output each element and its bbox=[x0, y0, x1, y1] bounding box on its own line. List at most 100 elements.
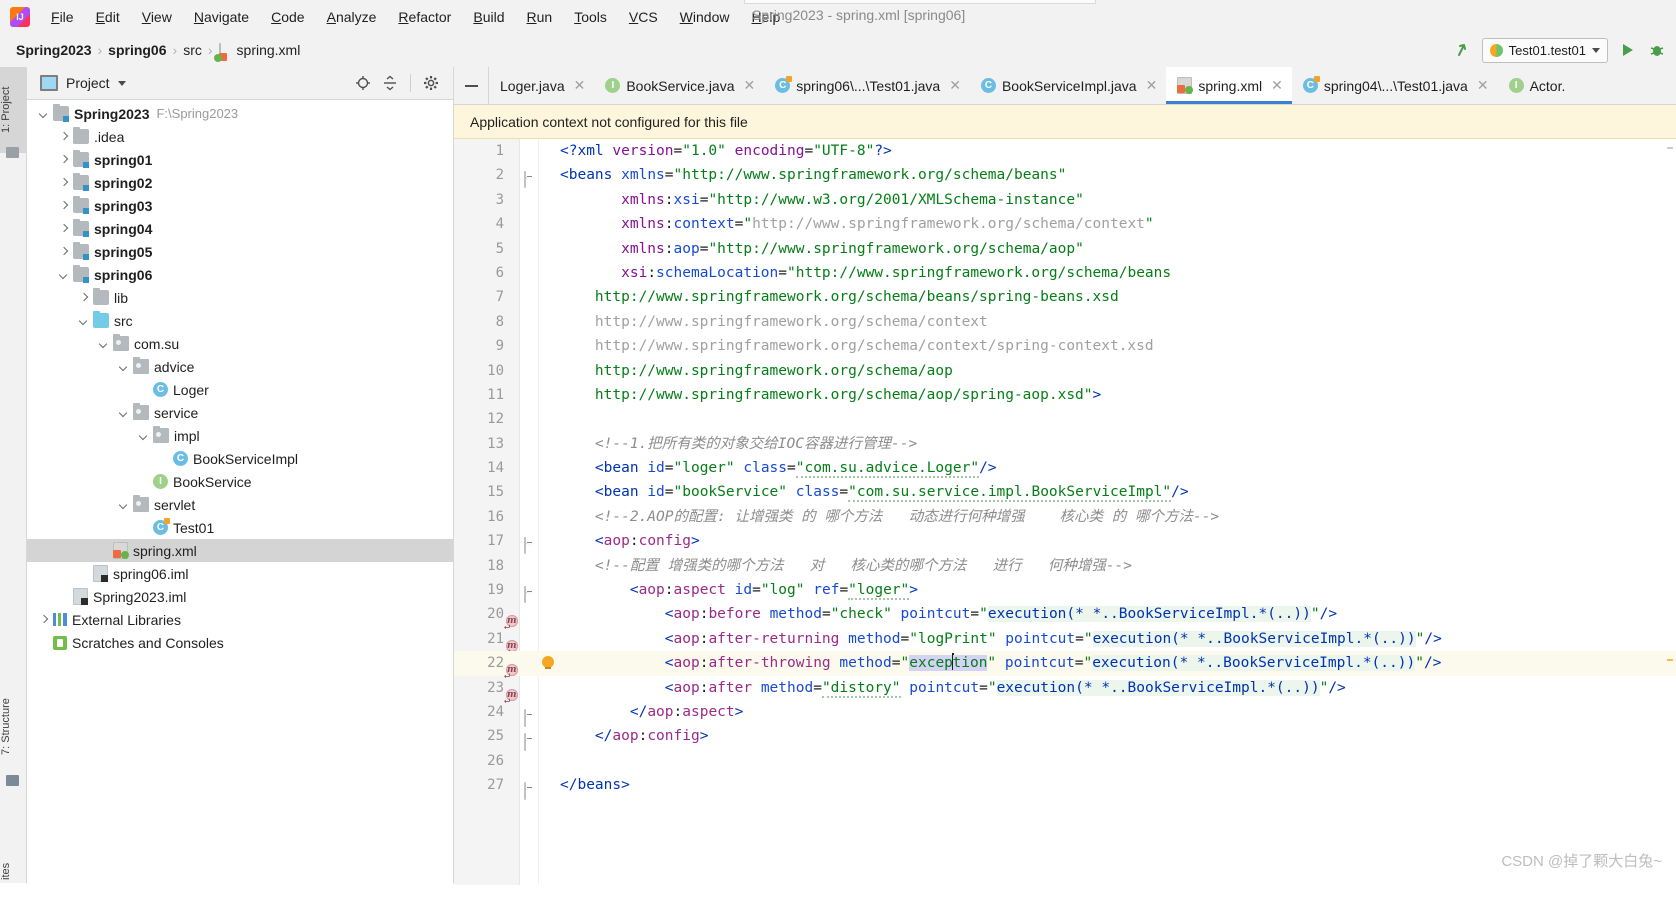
fold-region-start-icon[interactable] bbox=[524, 168, 535, 189]
code-line[interactable]: 7 http://www.springframework.org/schema/… bbox=[454, 285, 1676, 309]
menu-item-file[interactable]: File bbox=[40, 6, 85, 28]
code-line[interactable]: 16 <!--2.AOP的配置: 让增强类 的 哪个方法 动态进行何种增强 核心… bbox=[454, 505, 1676, 529]
editor-tab-loger-java[interactable]: Loger.java ✕ bbox=[489, 67, 594, 104]
code-line[interactable]: 20 m ↵ <aop:before method="check" pointcut… bbox=[454, 602, 1676, 632]
close-icon[interactable]: ✕ bbox=[574, 77, 586, 94]
chevron-right-icon[interactable] bbox=[77, 291, 90, 304]
tree-item-spring02[interactable]: spring02 bbox=[27, 171, 453, 194]
chevron-down-icon[interactable] bbox=[37, 107, 50, 120]
menu-item-window[interactable]: Window bbox=[669, 6, 741, 28]
tree-item-spring2023[interactable]: Spring2023 F:\Spring2023 bbox=[27, 102, 453, 125]
tree-item-spring04[interactable]: spring04 bbox=[27, 217, 453, 240]
menu-item-navigate[interactable]: Navigate bbox=[183, 6, 260, 28]
chevron-down-icon[interactable] bbox=[97, 337, 110, 350]
run-configuration-selector[interactable]: Test01.test01 bbox=[1481, 37, 1608, 63]
code-line[interactable]: 15 <bean id="bookService" class="com.su.… bbox=[454, 480, 1676, 504]
code-editor[interactable]: 1 <?xml version="1.0" encoding="UTF-8"?> 2… bbox=[454, 139, 1676, 885]
menu-item-code[interactable]: Code bbox=[260, 6, 315, 28]
code-line[interactable]: 3 xmlns:xsi="http://www.w3.org/2001/XMLS… bbox=[454, 188, 1676, 212]
tree-item-scratches-and-consoles[interactable]: Scratches and Consoles bbox=[27, 631, 453, 654]
menu-item-edit[interactable]: Edit bbox=[85, 6, 131, 28]
tree-item-servlet[interactable]: servlet bbox=[27, 493, 453, 516]
tree-item-bookservice[interactable]: I BookService bbox=[27, 470, 453, 493]
hide-tabs-button[interactable] bbox=[454, 67, 489, 104]
code-line[interactable]: 4 xmlns:context="http://www.springframew… bbox=[454, 212, 1676, 236]
close-icon[interactable]: ✕ bbox=[1271, 77, 1283, 94]
tree-item-spring03[interactable]: spring03 bbox=[27, 194, 453, 217]
chevron-right-icon[interactable] bbox=[57, 176, 70, 189]
code-line[interactable]: 23 m ↵ <aop:after method="distory" pointcu… bbox=[454, 676, 1676, 706]
tree-item-service[interactable]: service bbox=[27, 401, 453, 424]
locate-target-icon[interactable] bbox=[351, 71, 375, 95]
chevron-down-icon[interactable] bbox=[117, 360, 130, 373]
code-line[interactable]: 14 <bean id="loger" class="com.su.advice… bbox=[454, 456, 1676, 480]
tree-item--idea[interactable]: .idea bbox=[27, 125, 453, 148]
code-line[interactable]: 10 http://www.springframework.org/schema… bbox=[454, 359, 1676, 383]
code-line[interactable]: 19 <aop:aspect id="log" ref="loger"> bbox=[454, 578, 1676, 604]
menu-item-vcs[interactable]: VCS bbox=[618, 6, 669, 28]
chevron-down-icon[interactable] bbox=[117, 406, 130, 419]
chevron-down-icon[interactable] bbox=[57, 268, 70, 281]
chevron-down-icon[interactable] bbox=[117, 80, 126, 86]
code-line[interactable]: 17 <aop:config> bbox=[454, 529, 1676, 555]
tree-item-impl[interactable]: impl bbox=[27, 424, 453, 447]
fold-region-end-icon[interactable] bbox=[524, 779, 535, 801]
breadcrumb-item-spring2023[interactable]: Spring2023 bbox=[12, 40, 95, 60]
chevron-right-icon[interactable] bbox=[57, 222, 70, 235]
code-line[interactable]: 21m↵ <aop:after-returning method="logPri… bbox=[454, 627, 1676, 657]
editor-tab-bookservice-java[interactable]: I BookService.java ✕ bbox=[594, 67, 764, 104]
chevron-down-icon[interactable] bbox=[117, 498, 130, 511]
tree-item-spring05[interactable]: spring05 bbox=[27, 240, 453, 263]
editor-tab-spring04-----test01-java[interactable]: Cspring04\...\Test01.java ✕ bbox=[1292, 67, 1498, 104]
close-icon[interactable]: ✕ bbox=[1146, 77, 1158, 94]
menu-item-view[interactable]: View bbox=[131, 6, 183, 28]
intention-bulb-icon[interactable] bbox=[542, 656, 554, 670]
tree-item-spring-xml[interactable]: spring.xml bbox=[27, 539, 453, 562]
code-line[interactable]: 18 <!--配置 增强类的哪个方法 对 核心类的哪个方法 进行 何种增强--> bbox=[454, 554, 1676, 578]
tree-item-spring2023-iml[interactable]: Spring2023.iml bbox=[27, 585, 453, 608]
code-line[interactable]: 27 </beans> bbox=[454, 773, 1676, 801]
tree-item-spring01[interactable]: spring01 bbox=[27, 148, 453, 171]
chevron-right-icon[interactable] bbox=[57, 245, 70, 258]
stripe-button-favorites[interactable]: ites bbox=[0, 845, 26, 897]
code-line[interactable]: 25 </aop:config> bbox=[454, 724, 1676, 752]
code-line[interactable]: 1 <?xml version="1.0" encoding="UTF-8"?> bbox=[454, 139, 1676, 163]
chevron-right-icon[interactable] bbox=[57, 199, 70, 212]
menu-item-analyze[interactable]: Analyze bbox=[316, 6, 388, 28]
chevron-right-icon[interactable] bbox=[37, 613, 50, 626]
fold-region-start-icon[interactable] bbox=[524, 583, 535, 604]
close-icon[interactable]: ✕ bbox=[949, 77, 961, 94]
debug-icon[interactable] bbox=[1646, 39, 1668, 61]
code-line[interactable]: 8 http://www.springframework.org/schema/… bbox=[454, 310, 1676, 334]
stripe-button-project[interactable]: 1: Project bbox=[0, 67, 26, 153]
editor-tab-actor-[interactable]: I Actor. bbox=[1498, 67, 1575, 104]
chevron-down-icon[interactable] bbox=[137, 429, 150, 442]
run-icon[interactable] bbox=[1616, 39, 1638, 61]
code-line[interactable]: 24 </aop:aspect> bbox=[454, 700, 1676, 727]
fold-region-end-icon[interactable] bbox=[524, 730, 535, 752]
breadcrumb-item-spring-xml[interactable]: spring.xml bbox=[215, 40, 305, 61]
code-line[interactable]: 6 xsi:schemaLocation="http://www.springf… bbox=[454, 261, 1676, 285]
tree-item-bookserviceimpl[interactable]: C BookServiceImpl bbox=[27, 447, 453, 470]
back-arrow-icon[interactable] bbox=[1452, 39, 1474, 61]
code-line[interactable]: 22 m ↵ <aop:after-throwing method="excepti… bbox=[454, 651, 1676, 681]
collapse-all-icon[interactable] bbox=[378, 71, 402, 95]
tree-item-external-libraries[interactable]: External Libraries bbox=[27, 608, 453, 631]
breadcrumb-item-src[interactable]: src bbox=[179, 40, 206, 60]
tree-item-spring06-iml[interactable]: spring06.iml bbox=[27, 562, 453, 585]
editor-tab-spring06-----test01-java[interactable]: Cspring06\...\Test01.java ✕ bbox=[764, 67, 970, 104]
editor-tab-bookserviceimpl-java[interactable]: C BookServiceImpl.java ✕ bbox=[970, 67, 1166, 104]
code-line[interactable]: 11 http://www.springframework.org/schema… bbox=[454, 383, 1676, 407]
close-icon[interactable]: ✕ bbox=[744, 77, 756, 94]
tree-item-advice[interactable]: advice bbox=[27, 355, 453, 378]
tree-item-spring06[interactable]: spring06 bbox=[27, 263, 453, 286]
tree-item-com-su[interactable]: com.su bbox=[27, 332, 453, 355]
editor-tab-spring-xml[interactable]: spring.xml ✕ bbox=[1166, 67, 1292, 104]
code-line[interactable]: 9 http://www.springframework.org/schema/… bbox=[454, 334, 1676, 358]
tree-item-test01[interactable]: C Test01 bbox=[27, 516, 453, 539]
fold-region-start-icon[interactable] bbox=[524, 534, 535, 555]
chevron-right-icon[interactable] bbox=[57, 153, 70, 166]
code-line[interactable]: 26 bbox=[454, 749, 1676, 773]
code-line[interactable]: 2 <beans xmlns="http://www.springframewor… bbox=[454, 163, 1676, 189]
stripe-button-structure[interactable]: 7: Structure bbox=[0, 675, 26, 779]
